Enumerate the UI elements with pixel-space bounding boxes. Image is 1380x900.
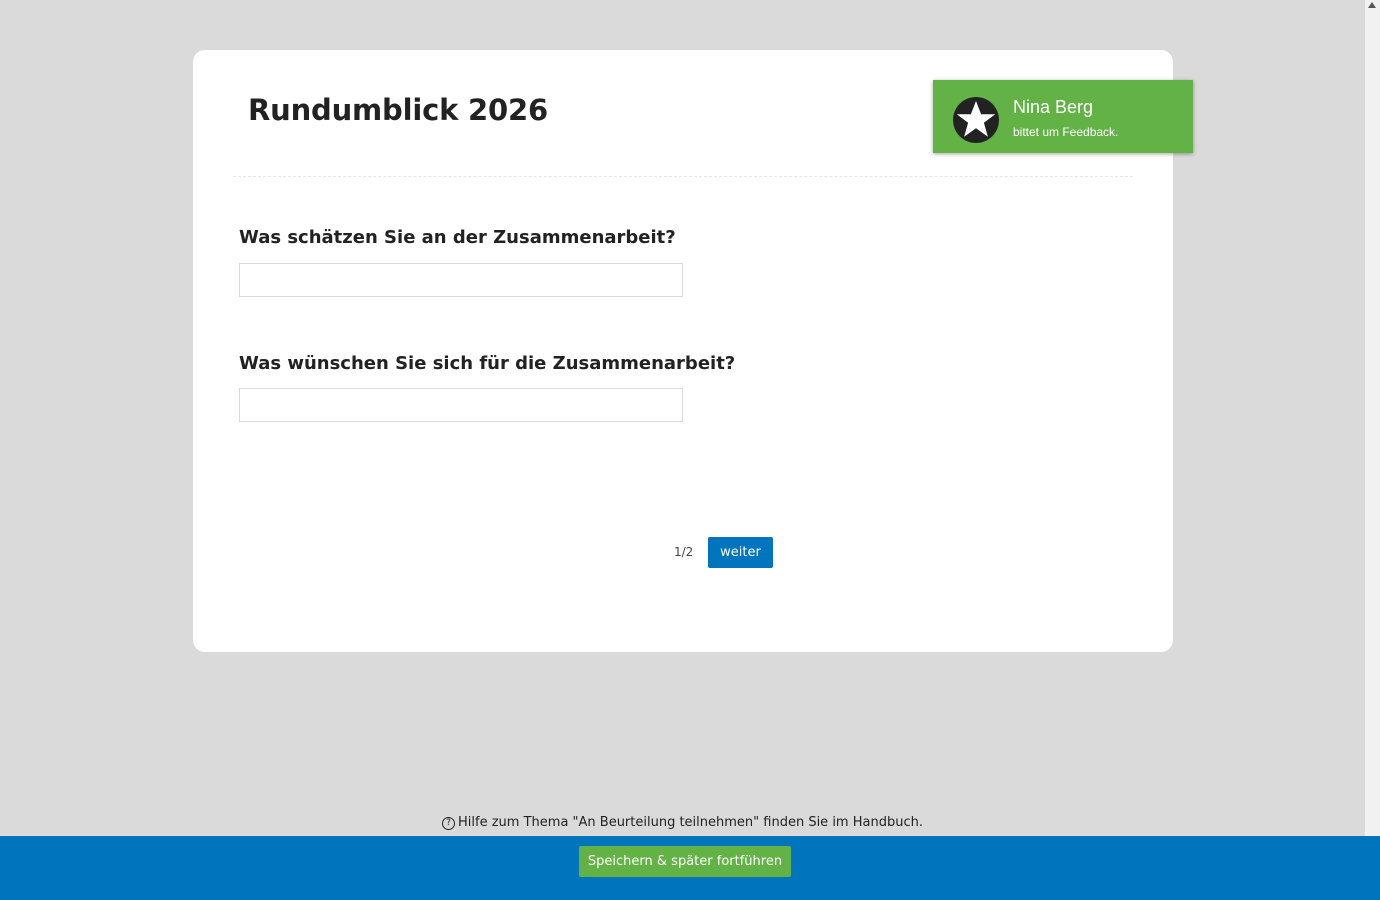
page: Rundumblick 2026 Was schätzen Sie an der… (0, 0, 1380, 900)
page-title: Rundumblick 2026 (248, 93, 548, 127)
vertical-scrollbar[interactable] (1365, 0, 1380, 836)
feedback-notification[interactable]: Nina Berg bittet um Feedback. (933, 80, 1193, 153)
save-and-continue-later-button[interactable]: Speichern & später fortführen (579, 846, 791, 877)
question-2-input[interactable] (239, 388, 683, 422)
help-text[interactable]: Hilfe zum Thema "An Beurteilung teilnehm… (458, 815, 923, 830)
notification-sender-name: Nina Berg (1013, 97, 1094, 117)
title-divider (233, 176, 1133, 177)
question-2-label: Was wünschen Sie sich für die Zusammenar… (239, 353, 736, 374)
next-button[interactable]: weiter (708, 537, 773, 568)
notification-message: bittet um Feedback. (1013, 125, 1119, 139)
question-1-label: Was schätzen Sie an der Zusammenarbeit? (239, 227, 676, 248)
bottom-action-bar: Speichern & später fortführen (0, 836, 1380, 900)
star-icon (953, 97, 999, 143)
help-hint: ? Hilfe zum Thema "An Beurteilung teilneh… (0, 815, 1365, 830)
question-circle-icon: ? (442, 817, 456, 830)
page-indicator: 1/2 (674, 545, 694, 559)
scroll-up-arrow-icon[interactable] (1368, 2, 1376, 8)
question-1-input[interactable] (239, 263, 683, 297)
